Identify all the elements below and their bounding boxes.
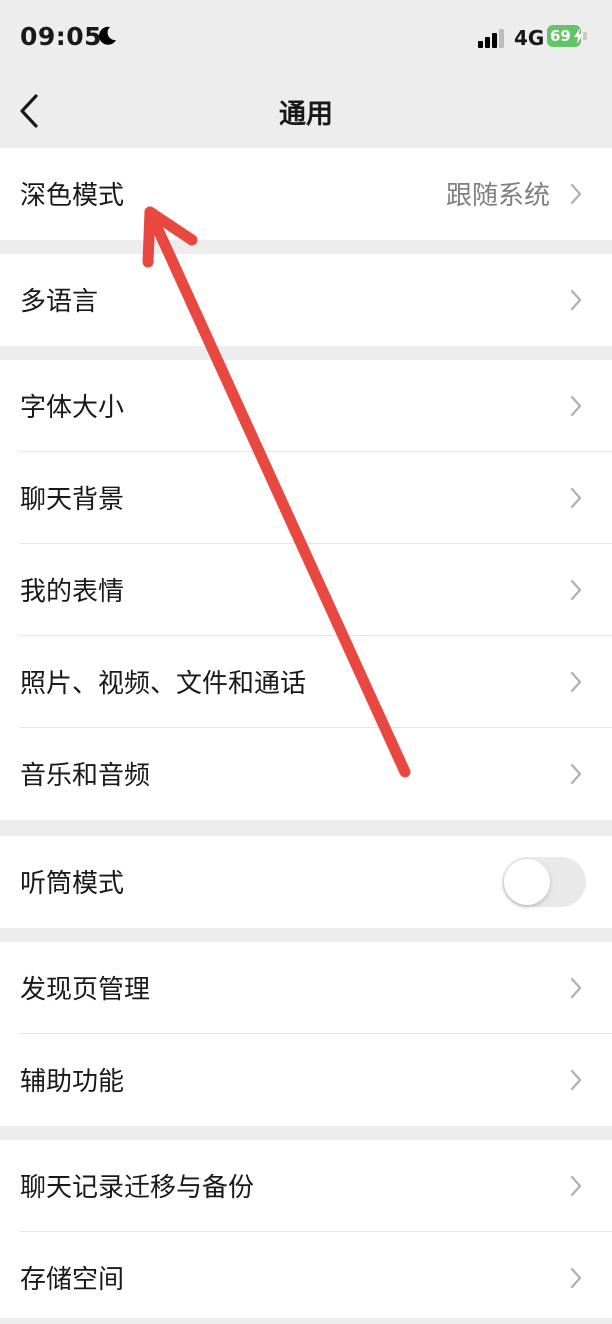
status-time: 09:05: [20, 22, 103, 51]
row-label: 辅助功能: [20, 1067, 125, 1097]
status-bar: 09:05 4G 69: [0, 0, 612, 76]
row-label: 音乐和音频: [20, 761, 151, 791]
row-label: 聊天背景: [20, 485, 125, 515]
media-files-calls-row[interactable]: 照片、视频、文件和通话: [0, 636, 612, 728]
signal-icon: [478, 28, 506, 48]
earpiece-mode-row: 听筒模式: [0, 836, 612, 928]
language-row[interactable]: 多语言: [0, 254, 612, 346]
dark-mode-row[interactable]: 深色模式 跟随系统: [0, 148, 612, 240]
page-title: 通用: [279, 99, 333, 130]
row-value: 跟随系统: [445, 181, 550, 211]
chevron-right-icon: [570, 977, 582, 999]
settings-group-display: 深色模式 跟随系统: [0, 148, 612, 240]
row-label: 发现页管理: [20, 975, 151, 1005]
accessibility-row[interactable]: 辅助功能: [0, 1034, 612, 1126]
chat-background-row[interactable]: 聊天背景: [0, 452, 612, 544]
battery-cap: [583, 32, 587, 40]
toggle-knob: [504, 859, 550, 905]
discover-manage-row[interactable]: 发现页管理: [0, 942, 612, 1034]
row-label: 深色模式: [20, 181, 125, 211]
storage-row[interactable]: 存储空间: [0, 1232, 612, 1324]
settings-group-earpiece: 听筒模式: [0, 836, 612, 928]
row-label: 多语言: [20, 287, 99, 317]
row-label: 我的表情: [20, 577, 125, 607]
settings-group-storage: 聊天记录迁移与备份 存储空间: [0, 1140, 612, 1318]
row-label: 字体大小: [20, 393, 125, 423]
chevron-right-icon: [570, 579, 582, 601]
row-label: 聊天记录迁移与备份: [20, 1173, 255, 1203]
row-label: 照片、视频、文件和通话: [20, 669, 307, 699]
chevron-right-icon: [570, 1267, 582, 1289]
font-size-row[interactable]: 字体大小: [0, 360, 612, 452]
chevron-right-icon: [570, 395, 582, 417]
my-stickers-row[interactable]: 我的表情: [0, 544, 612, 636]
music-audio-row[interactable]: 音乐和音频: [0, 728, 612, 820]
chevron-right-icon: [570, 289, 582, 311]
moon-icon: [96, 25, 118, 47]
nav-bar: 通用: [0, 76, 612, 146]
battery-icon: 69: [547, 25, 589, 49]
chevron-right-icon: [570, 1069, 582, 1091]
settings-group-chat: 字体大小 聊天背景 我的表情 照片、视频、文件和通话 音乐和音频: [0, 360, 612, 820]
settings-group-language: 多语言: [0, 254, 612, 346]
chevron-right-icon: [570, 487, 582, 509]
chevron-right-icon: [570, 183, 582, 205]
chevron-right-icon: [570, 763, 582, 785]
row-label: 听筒模式: [20, 869, 125, 899]
charging-bolt-icon: [574, 28, 583, 44]
earpiece-mode-toggle[interactable]: [502, 857, 586, 907]
chevron-right-icon: [570, 1175, 582, 1197]
network-type: 4G: [514, 26, 545, 50]
chevron-right-icon: [570, 671, 582, 693]
settings-group-discover: 发现页管理 辅助功能: [0, 942, 612, 1126]
chat-history-backup-row[interactable]: 聊天记录迁移与备份: [0, 1140, 612, 1232]
row-label: 存储空间: [20, 1265, 125, 1295]
